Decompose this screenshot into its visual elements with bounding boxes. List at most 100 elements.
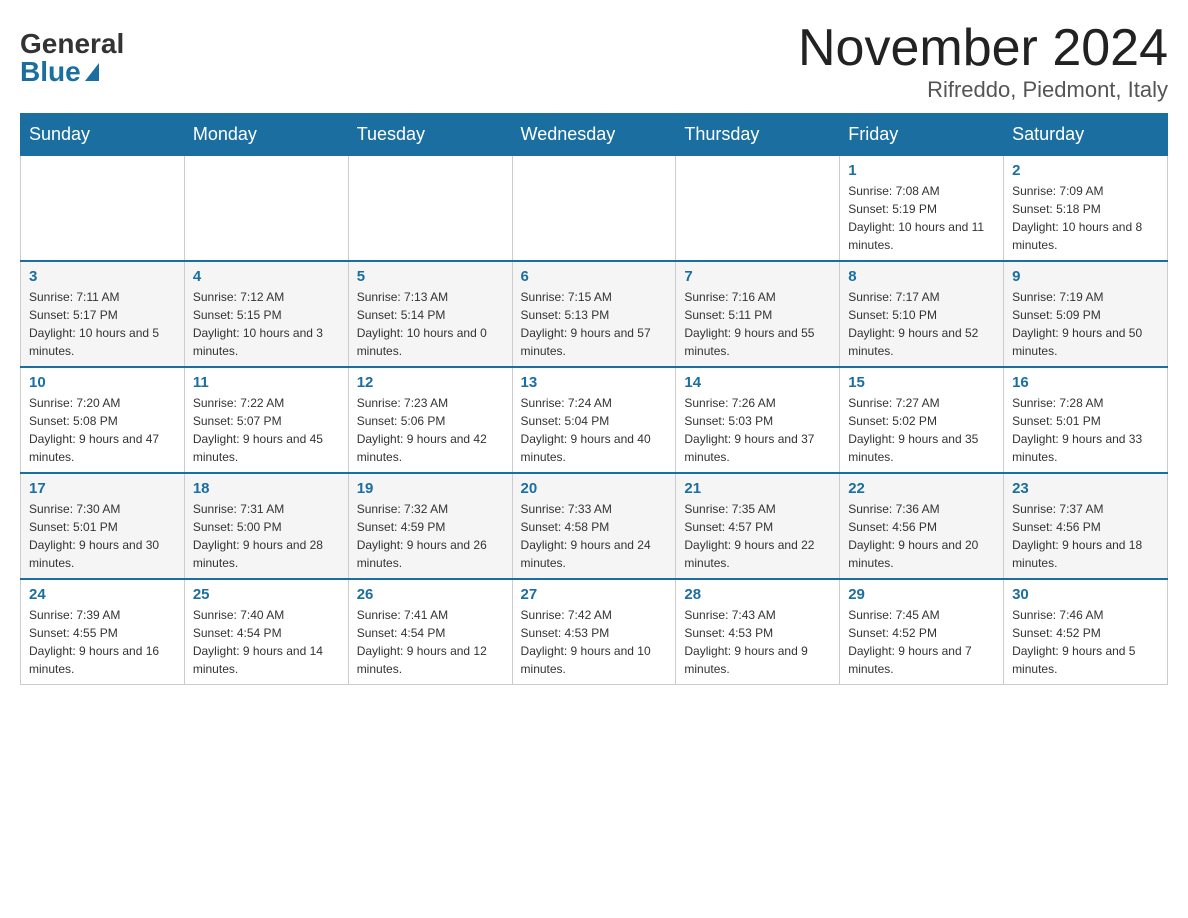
day-info: Sunrise: 7:35 AMSunset: 4:57 PMDaylight:… bbox=[684, 500, 831, 572]
day-number: 18 bbox=[193, 480, 340, 497]
calendar-cell: 13 Sunrise: 7:24 AMSunset: 5:04 PMDayligh… bbox=[512, 367, 676, 473]
day-number: 6 bbox=[521, 268, 668, 285]
day-info: Sunrise: 7:26 AMSunset: 5:03 PMDaylight:… bbox=[684, 394, 831, 466]
day-number: 17 bbox=[29, 480, 176, 497]
week-row-1: 1 Sunrise: 7:08 AMSunset: 5:19 PMDaylight… bbox=[21, 156, 1168, 262]
weekday-header-tuesday: Tuesday bbox=[348, 114, 512, 156]
day-info: Sunrise: 7:24 AMSunset: 5:04 PMDaylight:… bbox=[521, 394, 668, 466]
calendar-cell: 20Sunrise: 7:33 AMSunset: 4:58 PMDayligh… bbox=[512, 473, 676, 579]
calendar-cell: 25 Sunrise: 7:40 AMSunset: 4:54 PMDayligh… bbox=[184, 579, 348, 685]
day-number: 2 bbox=[1012, 162, 1159, 179]
day-info: Sunrise: 7:13 AMSunset: 5:14 PMDaylight:… bbox=[357, 288, 504, 360]
calendar-cell: 19 Sunrise: 7:32 AMSunset: 4:59 PMDayligh… bbox=[348, 473, 512, 579]
day-number: 8 bbox=[848, 268, 995, 285]
calendar-cell: 3Sunrise: 7:11 AMSunset: 5:17 PMDaylight… bbox=[21, 261, 185, 367]
week-row-4: 17 Sunrise: 7:30 AMSunset: 5:01 PMDayligh… bbox=[21, 473, 1168, 579]
day-info: Sunrise: 7:23 AMSunset: 5:06 PMDaylight:… bbox=[357, 394, 504, 466]
page-header: General Blue November 2024 Rifreddo, Pie… bbox=[20, 20, 1168, 103]
logo: General Blue bbox=[20, 20, 124, 86]
day-number: 10 bbox=[29, 374, 176, 391]
calendar-cell: 9 Sunrise: 7:19 AMSunset: 5:09 PMDaylight… bbox=[1004, 261, 1168, 367]
week-row-2: 3Sunrise: 7:11 AMSunset: 5:17 PMDaylight… bbox=[21, 261, 1168, 367]
day-number: 20 bbox=[521, 480, 668, 497]
day-info: Sunrise: 7:20 AMSunset: 5:08 PMDaylight:… bbox=[29, 394, 176, 466]
day-number: 24 bbox=[29, 586, 176, 603]
day-info: Sunrise: 7:32 AMSunset: 4:59 PMDaylight:… bbox=[357, 500, 504, 572]
day-number: 11 bbox=[193, 374, 340, 391]
calendar-cell: 5 Sunrise: 7:13 AMSunset: 5:14 PMDaylight… bbox=[348, 261, 512, 367]
day-number: 21 bbox=[684, 480, 831, 497]
day-number: 22 bbox=[848, 480, 995, 497]
calendar-cell: 4Sunrise: 7:12 AMSunset: 5:15 PMDaylight… bbox=[184, 261, 348, 367]
weekday-header-sunday: Sunday bbox=[21, 114, 185, 156]
day-number: 7 bbox=[684, 268, 831, 285]
day-info: Sunrise: 7:37 AMSunset: 4:56 PMDaylight:… bbox=[1012, 500, 1159, 572]
calendar-cell: 28Sunrise: 7:43 AMSunset: 4:53 PMDayligh… bbox=[676, 579, 840, 685]
day-info: Sunrise: 7:46 AMSunset: 4:52 PMDaylight:… bbox=[1012, 606, 1159, 678]
day-info: Sunrise: 7:08 AMSunset: 5:19 PMDaylight:… bbox=[848, 182, 995, 254]
day-info: Sunrise: 7:40 AMSunset: 4:54 PMDaylight:… bbox=[193, 606, 340, 678]
day-info: Sunrise: 7:16 AMSunset: 5:11 PMDaylight:… bbox=[684, 288, 831, 360]
logo-general-text: General bbox=[20, 30, 124, 58]
day-info: Sunrise: 7:45 AMSunset: 4:52 PMDaylight:… bbox=[848, 606, 995, 678]
calendar-cell: 7 Sunrise: 7:16 AMSunset: 5:11 PMDaylight… bbox=[676, 261, 840, 367]
day-info: Sunrise: 7:39 AMSunset: 4:55 PMDaylight:… bbox=[29, 606, 176, 678]
day-number: 13 bbox=[521, 374, 668, 391]
day-number: 23 bbox=[1012, 480, 1159, 497]
day-info: Sunrise: 7:36 AMSunset: 4:56 PMDaylight:… bbox=[848, 500, 995, 572]
calendar-cell: 29 Sunrise: 7:45 AMSunset: 4:52 PMDayligh… bbox=[840, 579, 1004, 685]
calendar-cell: 23 Sunrise: 7:37 AMSunset: 4:56 PMDayligh… bbox=[1004, 473, 1168, 579]
calendar-cell: 24 Sunrise: 7:39 AMSunset: 4:55 PMDayligh… bbox=[21, 579, 185, 685]
calendar-cell: 16Sunrise: 7:28 AMSunset: 5:01 PMDayligh… bbox=[1004, 367, 1168, 473]
logo-triangle-icon bbox=[85, 63, 99, 81]
calendar-cell: 27Sunrise: 7:42 AMSunset: 4:53 PMDayligh… bbox=[512, 579, 676, 685]
day-number: 29 bbox=[848, 586, 995, 603]
weekday-header-row: SundayMondayTuesdayWednesdayThursdayFrid… bbox=[21, 114, 1168, 156]
day-info: Sunrise: 7:22 AMSunset: 5:07 PMDaylight:… bbox=[193, 394, 340, 466]
day-info: Sunrise: 7:09 AMSunset: 5:18 PMDaylight:… bbox=[1012, 182, 1159, 254]
day-number: 5 bbox=[357, 268, 504, 285]
calendar-cell: 15 Sunrise: 7:27 AMSunset: 5:02 PMDayligh… bbox=[840, 367, 1004, 473]
calendar-table: SundayMondayTuesdayWednesdayThursdayFrid… bbox=[20, 113, 1168, 685]
day-info: Sunrise: 7:27 AMSunset: 5:02 PMDaylight:… bbox=[848, 394, 995, 466]
day-number: 19 bbox=[357, 480, 504, 497]
day-info: Sunrise: 7:31 AMSunset: 5:00 PMDaylight:… bbox=[193, 500, 340, 572]
weekday-header-wednesday: Wednesday bbox=[512, 114, 676, 156]
calendar-cell bbox=[676, 156, 840, 262]
day-number: 15 bbox=[848, 374, 995, 391]
weekday-header-saturday: Saturday bbox=[1004, 114, 1168, 156]
day-number: 1 bbox=[848, 162, 995, 179]
calendar-cell: 1 Sunrise: 7:08 AMSunset: 5:19 PMDaylight… bbox=[840, 156, 1004, 262]
month-title: November 2024 bbox=[798, 20, 1168, 77]
day-number: 30 bbox=[1012, 586, 1159, 603]
day-number: 9 bbox=[1012, 268, 1159, 285]
calendar-cell: 11 Sunrise: 7:22 AMSunset: 5:07 PMDayligh… bbox=[184, 367, 348, 473]
title-block: November 2024 Rifreddo, Piedmont, Italy bbox=[798, 20, 1168, 103]
day-info: Sunrise: 7:15 AMSunset: 5:13 PMDaylight:… bbox=[521, 288, 668, 360]
weekday-header-monday: Monday bbox=[184, 114, 348, 156]
day-info: Sunrise: 7:19 AMSunset: 5:09 PMDaylight:… bbox=[1012, 288, 1159, 360]
calendar-cell bbox=[348, 156, 512, 262]
calendar-cell: 12 Sunrise: 7:23 AMSunset: 5:06 PMDayligh… bbox=[348, 367, 512, 473]
calendar-cell: 30 Sunrise: 7:46 AMSunset: 4:52 PMDayligh… bbox=[1004, 579, 1168, 685]
day-number: 26 bbox=[357, 586, 504, 603]
calendar-cell: 6 Sunrise: 7:15 AMSunset: 5:13 PMDaylight… bbox=[512, 261, 676, 367]
day-number: 25 bbox=[193, 586, 340, 603]
calendar-cell: 8Sunrise: 7:17 AMSunset: 5:10 PMDaylight… bbox=[840, 261, 1004, 367]
day-number: 3 bbox=[29, 268, 176, 285]
week-row-5: 24 Sunrise: 7:39 AMSunset: 4:55 PMDayligh… bbox=[21, 579, 1168, 685]
calendar-cell: 2 Sunrise: 7:09 AMSunset: 5:18 PMDaylight… bbox=[1004, 156, 1168, 262]
day-number: 4 bbox=[193, 268, 340, 285]
day-number: 14 bbox=[684, 374, 831, 391]
location-subtitle: Rifreddo, Piedmont, Italy bbox=[798, 77, 1168, 103]
weekday-header-thursday: Thursday bbox=[676, 114, 840, 156]
day-number: 12 bbox=[357, 374, 504, 391]
calendar-cell: 10 Sunrise: 7:20 AMSunset: 5:08 PMDayligh… bbox=[21, 367, 185, 473]
calendar-cell bbox=[512, 156, 676, 262]
calendar-cell: 26 Sunrise: 7:41 AMSunset: 4:54 PMDayligh… bbox=[348, 579, 512, 685]
day-info: Sunrise: 7:28 AMSunset: 5:01 PMDaylight:… bbox=[1012, 394, 1159, 466]
day-info: Sunrise: 7:41 AMSunset: 4:54 PMDaylight:… bbox=[357, 606, 504, 678]
calendar-cell: 14 Sunrise: 7:26 AMSunset: 5:03 PMDayligh… bbox=[676, 367, 840, 473]
day-info: Sunrise: 7:30 AMSunset: 5:01 PMDaylight:… bbox=[29, 500, 176, 572]
calendar-cell: 22 Sunrise: 7:36 AMSunset: 4:56 PMDayligh… bbox=[840, 473, 1004, 579]
